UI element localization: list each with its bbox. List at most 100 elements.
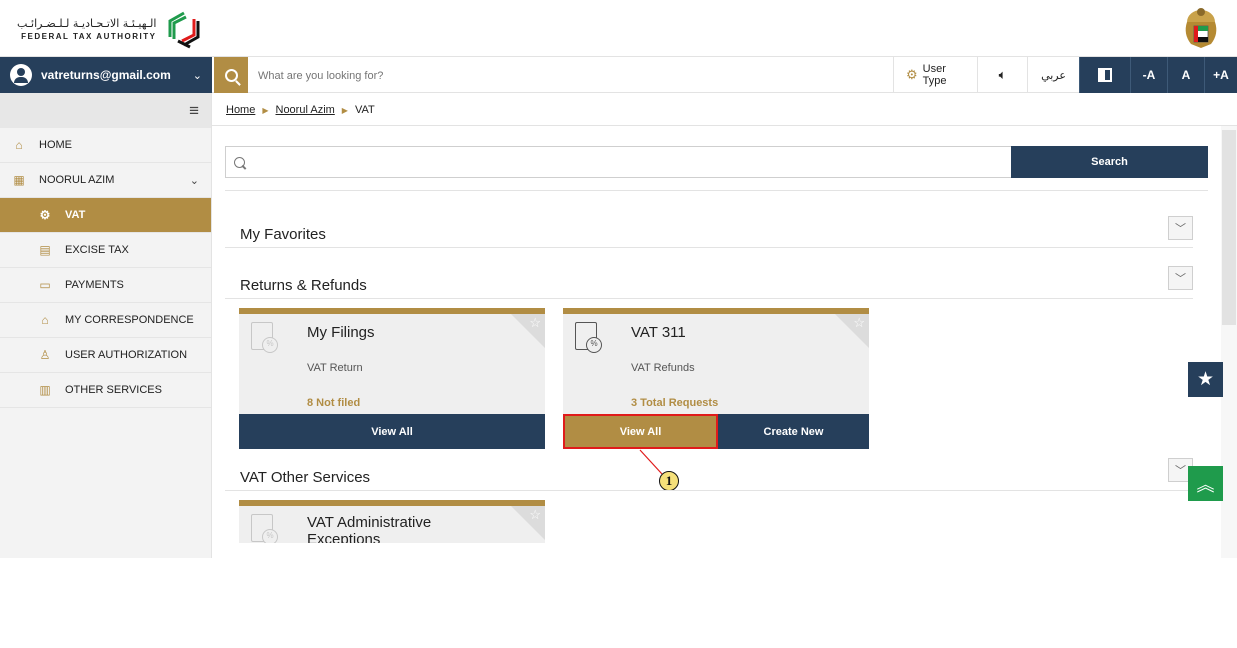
arabic-label: عربي	[1041, 68, 1066, 82]
card-subtitle: VAT Refunds	[631, 362, 695, 374]
view-all-button[interactable]: View All	[563, 414, 718, 449]
card-count: 3 Total Requests	[631, 397, 719, 409]
logo-arabic-text: الـهيـئـة الاتـحـاديـة لـلـضـرائـب	[17, 17, 157, 30]
sidebar-item-payments[interactable]: ▭ PAYMENTS	[0, 268, 211, 303]
service-search: Search	[225, 146, 1208, 178]
divider	[225, 247, 1193, 248]
divider	[225, 490, 1193, 491]
breadcrumb-account-link[interactable]: Noorul Azim	[276, 104, 335, 116]
card-subtitle: VAT Return	[307, 362, 363, 374]
sidebar-item-label: PAYMENTS	[65, 279, 124, 291]
sidebar-item-other-services[interactable]: ▥ OTHER SERVICES	[0, 373, 211, 408]
sidebar-item-label: USER AUTHORIZATION	[65, 349, 188, 361]
card-title: My Filings	[307, 324, 375, 341]
fta-emblem-icon	[168, 11, 200, 49]
search-icon	[224, 68, 238, 82]
document-percent-icon	[251, 514, 278, 545]
card-vat-311: ☆ VAT 311 VAT Refunds 3 Total Requests V…	[563, 308, 869, 449]
double-chevron-up-icon: ︽	[1196, 474, 1215, 495]
divider	[225, 298, 1193, 299]
chevron-down-icon: ⌄	[192, 69, 202, 82]
vat-icon: ⚙	[39, 208, 51, 222]
page-blank-area	[0, 558, 1237, 648]
breadcrumb: Home ▶ Noorul Azim ▶ VAT	[226, 104, 375, 116]
sidebar-item-vat[interactable]: ⚙ VAT	[0, 198, 211, 233]
breadcrumb-separator-icon: ▶	[262, 105, 269, 115]
sidebar-toggle[interactable]: ≡	[0, 93, 211, 128]
divider	[225, 190, 1208, 191]
collapse-favorites-button[interactable]: ﹀	[1168, 216, 1193, 240]
breadcrumb-current: VAT	[354, 104, 375, 116]
card-icon: ▭	[39, 278, 51, 292]
contrast-button[interactable]	[1079, 57, 1130, 93]
sidebar: ≡ ⌂ HOME ▦ NOORUL AZIM ⌄ ⚙ VAT ▤ EXCISE …	[0, 93, 212, 558]
user-avatar-icon	[10, 64, 32, 86]
user-icon: ♙	[39, 348, 51, 362]
arabic-language-button[interactable]: عربي	[1027, 57, 1079, 93]
clipboard-icon: ▥	[39, 383, 51, 397]
user-menu[interactable]: vatreturns@gmail.com ⌄	[0, 57, 212, 93]
divider	[212, 125, 1237, 126]
document-percent-icon	[575, 322, 602, 353]
font-increase-button[interactable]: +A	[1204, 57, 1237, 93]
hamburger-icon: ≡	[189, 100, 199, 120]
callout-number-badge: 1	[659, 471, 679, 491]
chevron-down-icon: ﹀	[1175, 273, 1186, 285]
breadcrumb-home-link[interactable]: Home	[226, 104, 255, 116]
document-percent-icon	[251, 322, 278, 353]
global-search-input[interactable]	[258, 67, 818, 85]
font-normal-button[interactable]: A	[1167, 57, 1204, 93]
user-type-button[interactable]: ⚙ User Type	[893, 57, 977, 93]
font-decrease-button[interactable]: -A	[1130, 57, 1167, 93]
sidebar-item-label: VAT	[65, 209, 86, 221]
card-my-filings: ☆ My Filings VAT Return 8 Not filed View…	[239, 308, 545, 449]
breadcrumb-separator-icon: ▶	[341, 105, 348, 115]
sidebar-item-home[interactable]: ⌂ HOME	[0, 128, 211, 163]
search-icon	[234, 156, 245, 168]
user-email: vatreturns@gmail.com	[41, 68, 171, 82]
view-all-button[interactable]: View All	[239, 414, 545, 449]
sidebar-item-label: NOORUL AZIM	[39, 174, 115, 186]
chevron-down-icon: ﹀	[1175, 223, 1186, 235]
bank-icon: ⌂	[41, 313, 49, 327]
sidebar-item-excise-tax[interactable]: ▤ EXCISE TAX	[0, 233, 211, 268]
card-actions: View All	[239, 414, 545, 449]
sidebar-item-label: OTHER SERVICES	[65, 384, 162, 396]
sidebar-item-label: EXCISE TAX	[65, 244, 129, 256]
sidebar-item-user-authorization[interactable]: ♙ USER AUTHORIZATION	[0, 338, 211, 373]
service-search-input[interactable]	[225, 146, 1011, 178]
sidebar-item-correspondence[interactable]: ⌂ MY CORRESPONDENCE	[0, 303, 211, 338]
nav-right-tools: ⚙ User Type 🔈︎ عربي -A A +A	[893, 57, 1237, 93]
user-type-label: User Type	[922, 63, 947, 87]
search-icon-button[interactable]	[214, 57, 248, 93]
star-icon[interactable]: ☆	[853, 315, 865, 331]
speaker-button[interactable]: 🔈︎	[977, 57, 1027, 93]
scrollbar-thumb[interactable]	[1222, 130, 1236, 325]
section-title-favorites: My Favorites	[240, 226, 326, 243]
card-title: VAT 311	[631, 324, 686, 341]
logo-english-text: FEDERAL TAX AUTHORITY	[21, 32, 157, 41]
star-icon[interactable]: ☆	[529, 507, 541, 523]
fta-logo[interactable]: الـهيـئـة الاتـحـاديـة لـلـضـرائـب FEDER…	[17, 7, 206, 51]
grid-icon: ▦	[13, 173, 25, 187]
collapse-returns-button[interactable]: ﹀	[1168, 266, 1193, 290]
create-new-button[interactable]: Create New	[718, 414, 869, 449]
home-icon: ⌂	[15, 138, 23, 152]
star-icon[interactable]: ☆	[529, 315, 541, 331]
star-icon: ★	[1196, 369, 1215, 390]
card-actions: View All Create New	[563, 414, 869, 449]
card-count: 8 Not filed	[307, 397, 361, 409]
gear-icon: ⚙	[906, 67, 918, 82]
sidebar-item-account[interactable]: ▦ NOORUL AZIM ⌄	[0, 163, 211, 198]
scroll-top-button[interactable]: ︽	[1188, 466, 1223, 501]
search-button[interactable]: Search	[1011, 146, 1208, 178]
section-title-other-services: VAT Other Services	[240, 469, 371, 486]
excise-icon: ▤	[39, 243, 51, 257]
sidebar-item-label: HOME	[39, 139, 72, 151]
chevron-down-icon: ﹀	[1175, 465, 1186, 477]
speaker-icon: 🔈︎	[998, 67, 1007, 82]
top-header: الـهيـئـة الاتـحـاديـة لـلـضـرائـب FEDER…	[0, 0, 1237, 57]
chevron-down-icon: ⌄	[189, 174, 199, 187]
sidebar-item-label: MY CORRESPONDENCE	[65, 314, 194, 326]
favorites-float-button[interactable]: ★	[1188, 362, 1223, 397]
